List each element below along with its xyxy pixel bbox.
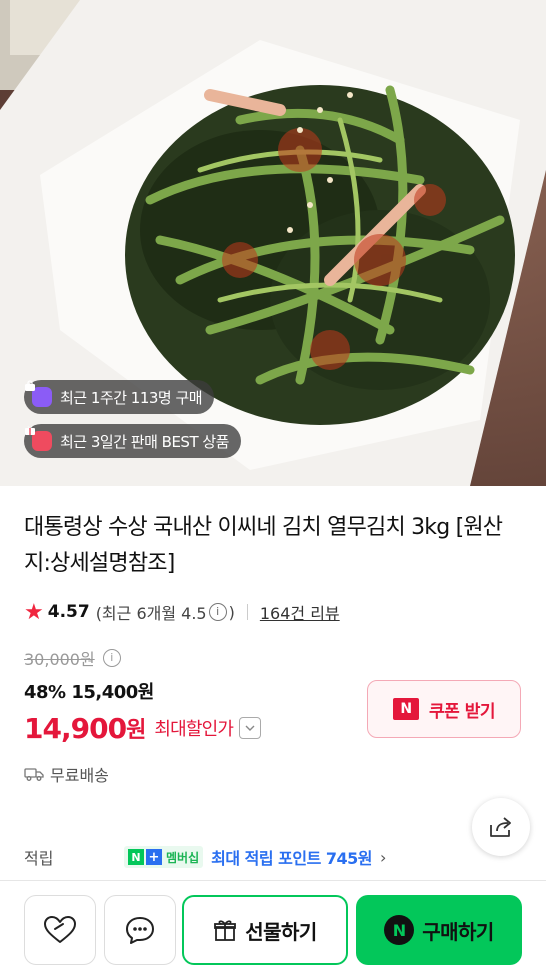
talk-button[interactable] <box>104 895 176 965</box>
chevron-right-icon: › <box>380 847 387 867</box>
chevron-down-icon[interactable] <box>239 717 262 739</box>
shopping-bag-icon <box>25 380 52 407</box>
final-price-unit: 원 <box>126 718 147 743</box>
discount-price: 48% 15,400원 <box>24 682 154 703</box>
badge-text: 최근 1주간 113명 구매 <box>60 388 203 407</box>
best-seller-badge: 최근 3일간 판매 BEST 상품 <box>24 424 241 458</box>
coupon-label: 쿠폰 받기 <box>429 701 495 722</box>
product-title: 대통령상 수상 국내산 이씨네 김치 열무김치 3kg [원산지:상세설명참조] <box>24 515 503 576</box>
recent-rating: (최근 6개월 4.5 <box>95 604 207 623</box>
buy-label: 구매하기 <box>422 919 494 944</box>
gift-label: 선물하기 <box>245 919 317 944</box>
shipping-row: 무료배송 <box>24 760 109 788</box>
rating-score: 4.57 <box>47 602 90 622</box>
max-discount-label: 최대할인가 <box>154 719 234 740</box>
info-icon[interactable]: i <box>208 603 227 621</box>
truck-icon <box>24 768 44 781</box>
divider <box>246 604 248 620</box>
max-points-text: 최대 적립 포인트 745원 <box>211 849 372 868</box>
gift-icon <box>25 426 52 451</box>
coupon-button[interactable]: N 쿠폰 받기 <box>367 680 521 738</box>
gift-icon <box>214 920 237 941</box>
wishlist-button[interactable] <box>24 895 96 965</box>
rating-row: ★ 4.57 (최근 6개월 4.5 i ) 164건 리뷰 <box>24 598 340 626</box>
original-price-row: 30,000원 i <box>24 646 121 670</box>
info-icon[interactable]: i <box>102 649 121 667</box>
shipping-text: 무료배송 <box>50 766 109 785</box>
gift-button[interactable]: 선물하기 <box>182 895 348 965</box>
points-label: 적립 <box>24 849 54 868</box>
final-price: 14,900 <box>24 711 127 745</box>
badge-text: 최근 3일간 판매 BEST 상품 <box>60 432 229 451</box>
final-price-row: 14,900 원 최대할인가 <box>24 708 262 748</box>
recent-rating-close: ) <box>228 602 235 622</box>
star-icon: ★ <box>24 599 44 625</box>
membership-badge: N + 멤버십 <box>124 846 204 868</box>
membership-text: 멤버십 <box>166 850 200 865</box>
naver-n-icon: N <box>384 915 415 945</box>
buy-button[interactable]: N 구매하기 <box>356 895 522 965</box>
heart-icon <box>44 916 76 943</box>
bottom-bar-divider <box>0 880 546 881</box>
recent-purchase-badge: 최근 1주간 113명 구매 <box>24 380 215 414</box>
naver-n-icon: N <box>393 698 419 720</box>
share-icon <box>490 817 511 837</box>
naver-n-icon: N <box>128 849 144 865</box>
chat-bubble-icon <box>126 917 154 944</box>
points-row[interactable]: 적립 N + 멤버십 최대 적립 포인트 745원 › <box>24 842 524 872</box>
plus-icon: + <box>146 849 162 865</box>
reviews-link[interactable]: 164건 리뷰 <box>260 600 340 624</box>
original-price: 30,000원 <box>24 650 95 669</box>
product-image[interactable]: 최근 1주간 113명 구매 최근 3일간 판매 BEST 상품 <box>0 0 546 486</box>
